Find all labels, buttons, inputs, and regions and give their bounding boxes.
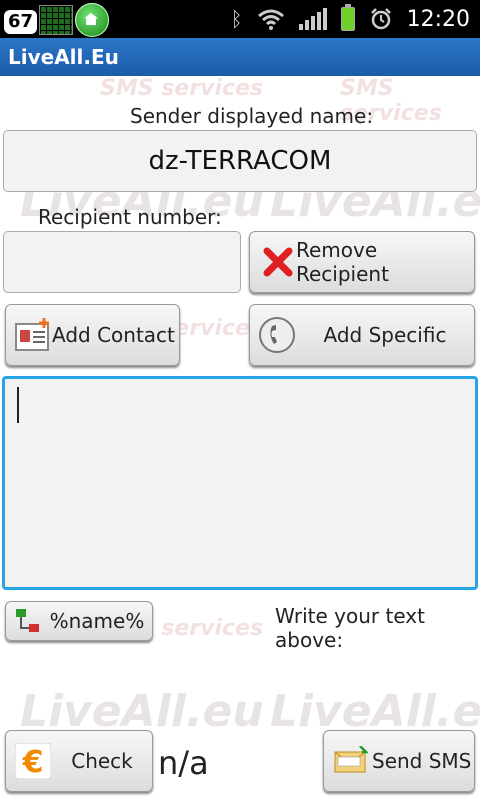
remove-recipient-label: Remove Recipient [296, 238, 389, 286]
send-sms-button[interactable]: Send SMS [323, 730, 475, 792]
insert-name-placeholder-button[interactable]: %name% [5, 601, 153, 641]
add-contact-button[interactable]: Add Contact [5, 304, 180, 366]
battery-icon [340, 4, 355, 31]
check-label: Check [71, 749, 133, 773]
home-icon[interactable] [75, 3, 110, 37]
svg-text:€: € [22, 745, 44, 779]
remove-x-icon [262, 243, 294, 281]
add-specific-label: Add Specific [323, 323, 447, 347]
main-content: SMS services SMS services LiveAll.eu Liv… [0, 76, 480, 800]
check-credit-button[interactable]: € Check [5, 730, 153, 792]
credit-value: n/a [158, 744, 209, 782]
status-bar: 67 ᛒ 12:20 [0, 0, 480, 38]
write-text-hint: Write your text above: [275, 604, 425, 652]
send-sms-label: Send SMS [372, 749, 472, 773]
wifi-icon [257, 9, 284, 30]
sms-envelope-icon [334, 742, 368, 780]
notification-count-badge[interactable]: 67 [4, 10, 38, 34]
add-contact-label: Add Contact [52, 323, 175, 347]
phone-handset-icon [258, 316, 296, 354]
placeholder-tree-icon [14, 607, 42, 635]
recipient-number-label: Recipient number: [38, 205, 222, 229]
watermark-tagline: SMS services [100, 76, 264, 101]
sender-name-field[interactable]: dz-TERRACOM [3, 130, 477, 192]
recipient-number-field[interactable] [3, 231, 241, 293]
sender-name-value: dz-TERRACOM [148, 146, 332, 176]
app-title-bar: LiveAll.Eu [0, 38, 480, 76]
name-placeholder-label: %name% [49, 609, 145, 633]
text-caret [17, 387, 19, 423]
app-title: LiveAll.Eu [8, 45, 119, 69]
alarm-icon [370, 8, 391, 30]
signal-icon [298, 8, 327, 30]
bluetooth-icon: ᛒ [230, 7, 243, 31]
sender-name-label: Sender displayed name: [130, 104, 374, 128]
grid-icon[interactable] [39, 5, 74, 35]
message-textarea[interactable] [2, 376, 478, 590]
contact-card-icon [14, 316, 52, 354]
clock: 12:20 [406, 6, 470, 32]
euro-icon: € [14, 742, 52, 780]
remove-recipient-button[interactable]: Remove Recipient [249, 231, 475, 293]
add-specific-button[interactable]: Add Specific [249, 304, 475, 366]
